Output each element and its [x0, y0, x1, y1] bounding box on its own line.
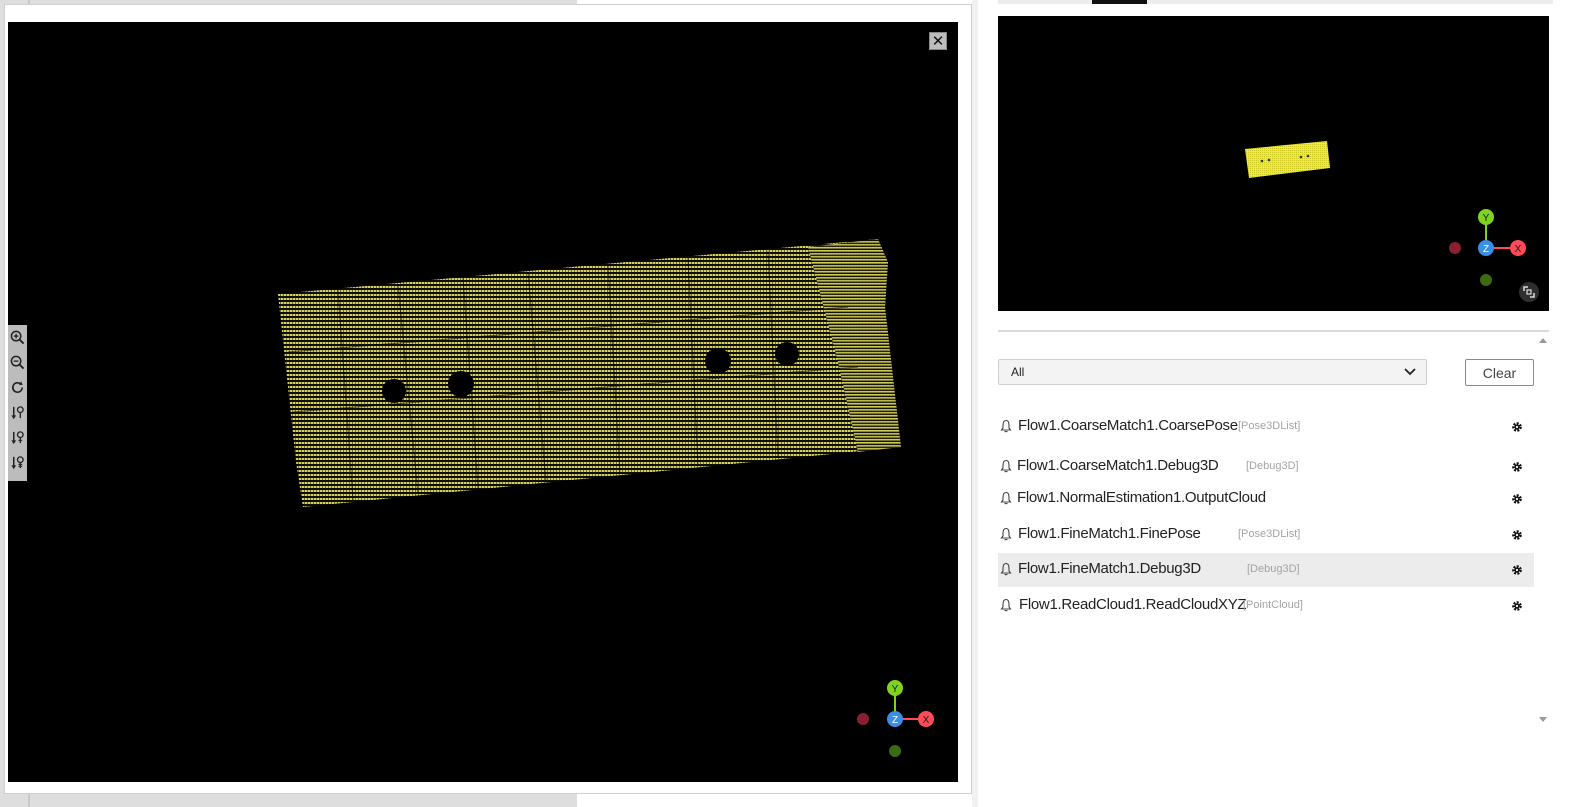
output-row-selected[interactable]: Flow1.FineMatch1.Debug3D [Debug3D] [998, 553, 1534, 587]
scroll-down-arrow[interactable] [1539, 717, 1547, 722]
view-preset-3-icon [11, 456, 24, 470]
cloud-hole [448, 371, 474, 397]
preview-render: Y X Z [1245, 141, 1526, 286]
output-row[interactable]: Flow1.FineMatch1.FinePose [Pose3DList] [998, 518, 1534, 552]
bell-icon[interactable] [1000, 419, 1012, 433]
axis-gizmo[interactable]: Y X Z [857, 680, 934, 757]
close-viewer-button[interactable]: ✕ [929, 32, 947, 50]
preview-axis-neg-x-dot [1449, 242, 1461, 254]
output-name: Flow1.CoarseMatch1.CoarsePose [1018, 417, 1238, 434]
axis-z-label: Z [892, 715, 898, 726]
output-name: Flow1.FineMatch1.Debug3D [1018, 560, 1201, 577]
fit-view-button[interactable] [1519, 282, 1539, 302]
filter-selected-value: All [1011, 365, 1025, 379]
zoom-out-icon [10, 355, 25, 370]
axis-neg-y-dot [889, 745, 901, 757]
view-toolbar [8, 325, 27, 481]
view-preset-2-icon [11, 431, 24, 445]
output-row[interactable]: Flow1.ReadCloud1.ReadCloudXYZ [PointClou… [998, 589, 1534, 623]
reset-view-icon [12, 381, 23, 393]
output-name: Flow1.NormalEstimation1.OutputCloud [1017, 489, 1266, 506]
preview-axis-z-label: Z [1483, 244, 1489, 255]
gear-icon[interactable] [1510, 460, 1524, 474]
zoom-in-button[interactable] [8, 325, 27, 350]
close-icon: ✕ [931, 32, 945, 50]
gear-icon[interactable] [1510, 420, 1524, 434]
preview-3d-viewport[interactable]: Y X Z [998, 16, 1549, 311]
preview-axis-x-label: X [1515, 244, 1522, 255]
point-cloud-surface [278, 239, 901, 507]
bell-icon[interactable] [1000, 598, 1012, 612]
gear-icon[interactable] [1510, 528, 1524, 542]
preview-cloud [1245, 141, 1330, 178]
preview-axis-y-label: Y [1483, 213, 1490, 224]
main-3d-viewport[interactable]: Y X Z [8, 22, 958, 782]
view-preset-1-icon [11, 406, 24, 420]
view-preset-3-button[interactable] [8, 450, 27, 475]
bell-icon[interactable] [1000, 562, 1012, 576]
view-preset-1-button[interactable] [8, 400, 27, 425]
bell-icon[interactable] [1000, 527, 1012, 541]
reset-view-button[interactable] [8, 375, 27, 400]
view-preset-2-button[interactable] [8, 425, 27, 450]
axis-neg-x-dot [857, 713, 869, 725]
output-type: [PointCloud] [1243, 599, 1303, 611]
gear-icon[interactable] [1510, 492, 1524, 506]
tab-strip [998, 0, 1553, 4]
panel-separator[interactable] [998, 330, 1549, 332]
zoom-in-icon [10, 330, 25, 345]
output-name: Flow1.CoarseMatch1.Debug3D [1017, 457, 1219, 474]
cloud-hole [705, 348, 731, 374]
gear-icon[interactable] [1510, 563, 1524, 577]
active-tab-indicator[interactable] [1092, 0, 1147, 4]
output-row[interactable]: Flow1.CoarseMatch1.CoarsePose [Pose3DLis… [998, 410, 1534, 444]
output-row[interactable]: Flow1.NormalEstimation1.OutputCloud [998, 482, 1534, 516]
output-name: Flow1.FineMatch1.FinePose [1018, 525, 1201, 542]
output-filter-select[interactable]: All [998, 359, 1427, 385]
gear-icon[interactable] [1510, 599, 1524, 613]
fit-view-icon [1523, 286, 1535, 298]
cloud-hole [382, 379, 406, 403]
output-type: [Debug3D] [1246, 460, 1299, 472]
point-cloud-render: Y X Z [278, 239, 934, 757]
output-list-scrollbar[interactable] [1537, 334, 1549, 726]
axis-y-label: Y [892, 684, 899, 695]
output-type: [Debug3D] [1247, 563, 1300, 575]
output-type: [Pose3DList] [1238, 420, 1301, 432]
panel-divider[interactable] [972, 0, 978, 807]
preview-axis-gizmo[interactable]: Y X Z [1449, 209, 1526, 286]
output-name: Flow1.ReadCloud1.ReadCloudXYZ [1019, 596, 1247, 613]
zoom-out-button[interactable] [8, 350, 27, 375]
bell-icon[interactable] [1000, 491, 1012, 505]
chevron-down-icon [1404, 368, 1416, 376]
scroll-up-arrow[interactable] [1539, 338, 1547, 343]
clear-button[interactable]: Clear [1465, 359, 1534, 386]
preview-axis-neg-y-dot [1480, 274, 1492, 286]
output-type: [Pose3DList] [1238, 528, 1301, 540]
output-row[interactable]: Flow1.CoarseMatch1.Debug3D [Debug3D] [998, 450, 1534, 484]
cloud-hole [775, 342, 799, 366]
axis-x-label: X [923, 715, 930, 726]
bell-icon[interactable] [1000, 459, 1012, 473]
